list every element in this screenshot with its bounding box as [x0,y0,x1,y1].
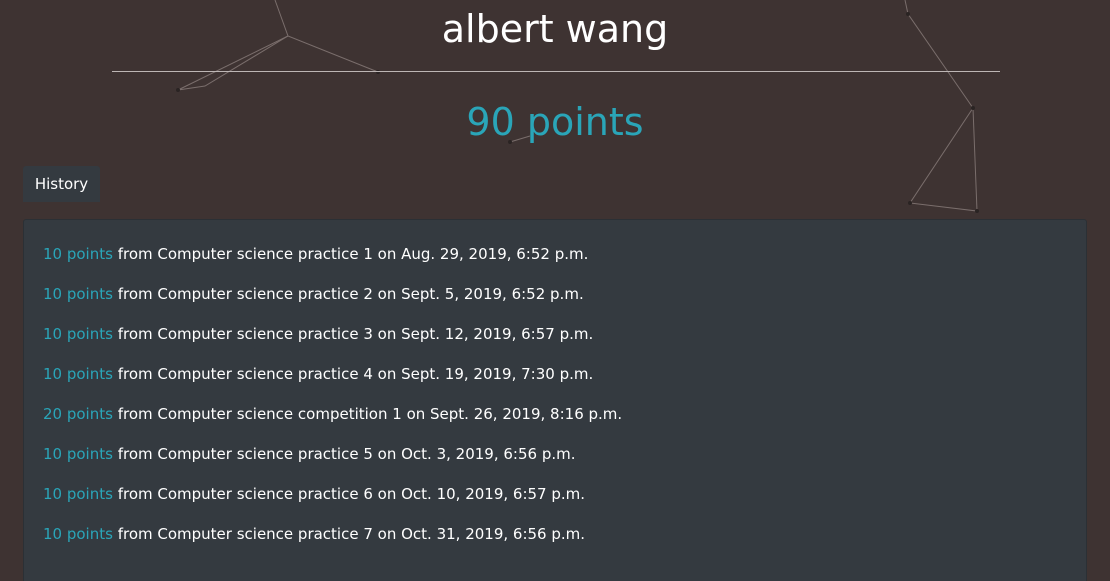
history-item-points-link[interactable]: 10 points [43,325,113,343]
user-name: albert wang [441,7,669,51]
history-item: 20 points from Computer science competit… [43,403,1086,443]
history-item-description: from Computer science practice 4 on Sept… [112,365,594,383]
history-item-points-link[interactable]: 20 points [43,405,113,423]
history-list: 10 points from Computer science practice… [24,220,1086,563]
history-item-description: from Computer science practice 3 on Sept… [112,325,594,343]
history-item: 10 points from Computer science practice… [43,483,1086,523]
history-item-points-link[interactable]: 10 points [43,245,113,263]
history-item-description: from Computer science practice 7 on Oct.… [112,525,586,543]
history-item: 10 points from Computer science practice… [43,323,1086,363]
history-item-description: from Computer science practice 2 on Sept… [112,285,584,303]
history-item-description: from Computer science practice 6 on Oct.… [112,485,586,503]
history-item-description: from Computer science practice 1 on Aug.… [112,245,589,263]
history-item-points-link[interactable]: 10 points [43,445,113,463]
history-item: 10 points from Computer science practice… [43,443,1086,483]
history-item-points-link[interactable]: 10 points [43,285,113,303]
history-item: 10 points from Computer science practice… [43,283,1086,323]
history-panel: 10 points from Computer science practice… [23,219,1087,581]
history-item: 10 points from Computer science practice… [43,243,1086,283]
history-item-points-link[interactable]: 10 points [43,525,113,543]
header-divider [112,71,1000,72]
history-item: 10 points from Computer science practice… [43,363,1086,403]
points-total: 90 points [466,100,644,144]
profile-page: albert wang 90 points History 10 points … [0,0,1110,581]
history-item-description: from Computer science practice 5 on Oct.… [112,445,576,463]
tab-history[interactable]: History [23,166,100,202]
history-item: 10 points from Computer science practice… [43,523,1086,563]
history-item-description: from Computer science competition 1 on S… [112,405,623,423]
history-item-points-link[interactable]: 10 points [43,365,113,383]
history-item-points-link[interactable]: 10 points [43,485,113,503]
